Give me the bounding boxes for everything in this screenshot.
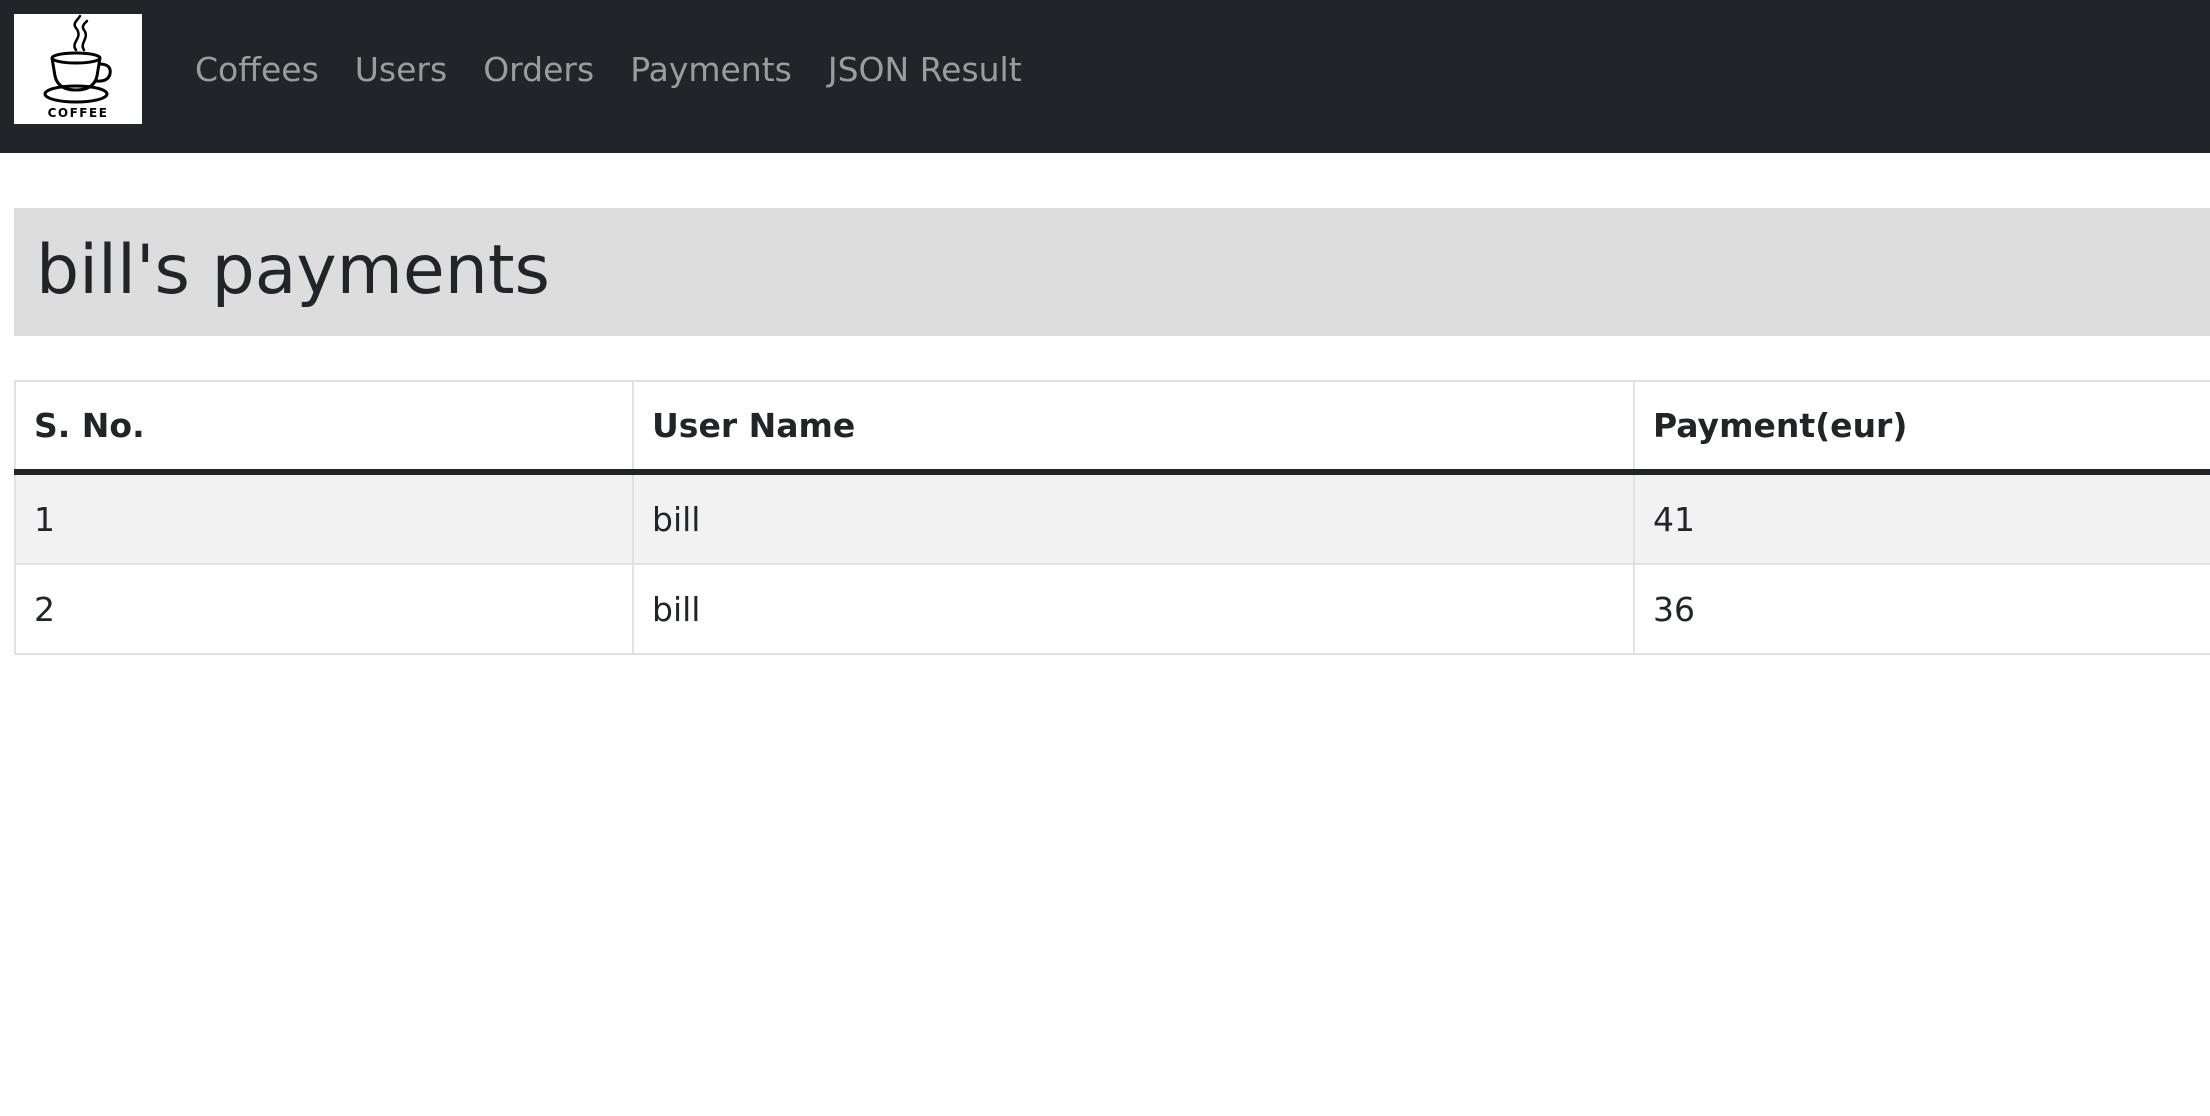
- nav-link-users[interactable]: Users: [355, 46, 447, 94]
- brand-logo[interactable]: COFFEE: [14, 14, 142, 124]
- cell-payment: 41: [1633, 471, 2210, 565]
- cell-user-name: bill: [632, 471, 1635, 565]
- table-row: 1 bill 41: [14, 471, 2210, 565]
- page-header: bill's payments: [14, 208, 2210, 336]
- cell-payment: 36: [1633, 563, 2210, 655]
- table-row: 2 bill 36: [14, 563, 2210, 655]
- cell-user-name: bill: [632, 563, 1635, 655]
- nav-links: Coffees Users Orders Payments JSON Resul…: [195, 46, 1022, 94]
- table-header-row: S. No. User Name Payment(eur): [14, 380, 2210, 475]
- cell-serial-number: 1: [14, 471, 634, 565]
- nav-link-payments[interactable]: Payments: [630, 46, 792, 94]
- nav-link-coffees[interactable]: Coffees: [195, 46, 319, 94]
- column-header-payment: Payment(eur): [1633, 380, 2210, 475]
- nav-link-json-result[interactable]: JSON Result: [828, 46, 1022, 94]
- page-title: bill's payments: [36, 231, 550, 310]
- column-header-serial-number: S. No.: [14, 380, 634, 475]
- column-header-user-name: User Name: [632, 380, 1635, 475]
- payments-table: S. No. User Name Payment(eur) 1 bill 41 …: [14, 380, 2210, 655]
- nav-link-orders[interactable]: Orders: [483, 46, 594, 94]
- cell-serial-number: 2: [14, 563, 634, 655]
- logo-text: COFFEE: [47, 106, 109, 120]
- navbar: COFFEE Coffees Users Orders Payments JSO…: [0, 0, 2210, 153]
